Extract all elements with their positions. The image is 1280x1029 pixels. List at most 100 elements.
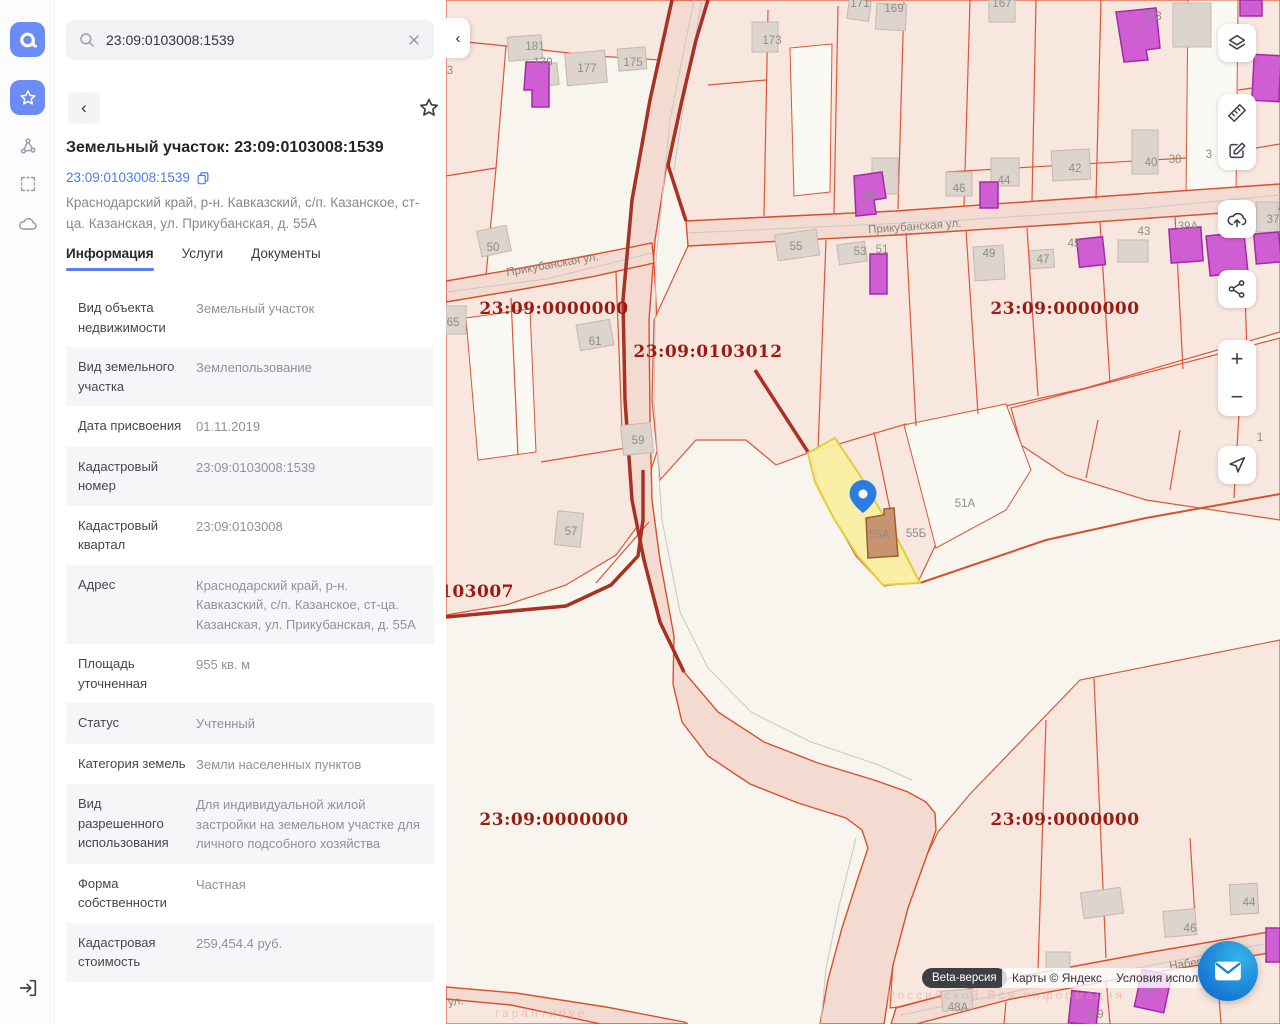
chevron-left-icon: ‹ [456, 30, 461, 47]
blabel-text: 55 [790, 241, 803, 253]
row-value: 01.11.2019 [196, 416, 422, 437]
copyright-link[interactable]: Карты © Яндекс [1012, 971, 1102, 985]
measure-tools-group [1218, 94, 1256, 170]
sign-in-button[interactable] [10, 970, 45, 1005]
blabel-text: 55Б [906, 528, 926, 540]
blabel-text: 44 [1243, 897, 1256, 909]
parcel[interactable] [446, 168, 496, 283]
minus-icon: − [1231, 386, 1244, 408]
copy-icon[interactable] [196, 171, 210, 185]
blabel-text: 38 [1169, 154, 1182, 166]
row-value: Учтенный [196, 713, 422, 734]
row-value: Земельный участок [196, 298, 422, 337]
blabel-text: 51 [876, 244, 889, 256]
collapse-panel-button[interactable]: ‹ [446, 18, 470, 58]
blabel-text: 59 [632, 435, 645, 447]
row-value: Землепользование [196, 357, 422, 396]
tab-1[interactable]: Услуги [182, 246, 224, 271]
row-label: Площадь уточненная [78, 654, 196, 693]
table-row: Категория земельЗемли населенных пунктов [66, 744, 434, 785]
row-label: Кадастровая стоимость [78, 933, 196, 972]
exit-icon [17, 977, 39, 999]
rail-item-cloud[interactable] [10, 206, 45, 241]
wmark-text: гарантируе [495, 1006, 587, 1020]
locate-me-button[interactable] [1218, 446, 1256, 484]
chat-button[interactable] [1198, 941, 1258, 1001]
wmark-text: Российской Вся информация [887, 988, 1125, 1002]
blabel-text: 45 [1068, 238, 1081, 250]
page-title: Земельный участок: 23:09:0103008:1539 [66, 139, 436, 157]
blabel-text: 49 [983, 248, 996, 260]
blabel-text: 46 [953, 183, 966, 195]
object-address: Краснодарский край, р-н. Кавказский, с/п… [66, 193, 434, 234]
parcel[interactable] [446, 40, 506, 176]
blabel-text: 44 [998, 175, 1011, 187]
cloud-upload-icon [1226, 208, 1248, 230]
blabel-text: 46 [1184, 923, 1197, 935]
tab-2[interactable]: Документы [251, 246, 321, 271]
layers-icon [1226, 32, 1248, 54]
app-logo[interactable] [10, 22, 45, 57]
qlabel-text: 103007 [446, 582, 514, 602]
zoom-in-button[interactable]: + [1218, 340, 1256, 378]
blabel-text: 37 [1267, 214, 1280, 226]
blabel-text: 48А [948, 1002, 969, 1014]
blabel-text: 50 [487, 242, 500, 254]
back-button[interactable]: ‹ [68, 92, 100, 124]
zoom-out-button[interactable]: − [1218, 378, 1256, 416]
blabel-text: 43 [1138, 226, 1151, 238]
row-label: Кадастровый номер [78, 457, 196, 496]
upload-button[interactable] [1218, 200, 1256, 238]
row-value: 955 кв. м [196, 654, 422, 693]
clear-search-icon[interactable] [406, 32, 422, 48]
row-label: Дата присвоения [78, 416, 196, 437]
share-map-button[interactable] [1218, 270, 1256, 308]
blabel-text: 173 [762, 35, 781, 47]
row-label: Статус [78, 713, 196, 734]
blabel-text: 3 [1206, 149, 1212, 161]
blabel-text: 109 [1084, 1009, 1103, 1021]
blabel-text: 48 [864, 190, 877, 202]
parcel[interactable] [790, 44, 832, 196]
tabs: Информация Услуги Документы [66, 246, 321, 271]
cadastral-number-link[interactable]: 23:09:0103008:1539 [66, 170, 190, 185]
draw-button[interactable] [1218, 132, 1256, 170]
envelope-icon [1214, 960, 1242, 982]
blabel-text: 169 [884, 3, 903, 15]
blabel-text: 42 [1069, 163, 1082, 175]
row-value: Для индивидуальной жилой застройки на зе… [196, 794, 422, 854]
blabel-text: 39А [1178, 221, 1199, 233]
blabel-text: 53 [854, 246, 867, 258]
blabel-text: 1 [1257, 432, 1263, 444]
rail-item-favorites[interactable] [10, 80, 45, 115]
blabel-text: 40 [1145, 157, 1158, 169]
row-value: Частная [196, 874, 422, 913]
table-row: Вид разрешенного использованияДля индиви… [66, 784, 434, 864]
map-attribution: Карты © Яндекс Условия испол [1002, 968, 1208, 988]
blabel-text: 51А [955, 498, 976, 510]
app-rail [0, 0, 55, 1024]
ruler-button[interactable] [1218, 94, 1256, 132]
plus-icon: + [1231, 348, 1244, 370]
row-label: Категория земель [78, 754, 196, 775]
chevron-left-icon: ‹ [81, 98, 87, 118]
terms-link[interactable]: Условия испол [1116, 971, 1198, 985]
layers-button[interactable] [1218, 24, 1256, 62]
search-bar[interactable] [66, 20, 434, 60]
beta-badge: Beta-версия [922, 968, 1007, 988]
tab-0[interactable]: Информация [66, 246, 154, 271]
map-canvas[interactable]: Российской Вся информациягарантируе 23:0… [446, 0, 1280, 1024]
zoom-group: + − [1218, 340, 1256, 416]
rail-item-geometry[interactable] [10, 128, 45, 163]
parcel[interactable] [466, 309, 536, 460]
row-label: Вид объекта недвижимости [78, 298, 196, 337]
blabel-text: 167 [992, 0, 1011, 10]
row-label: Вид разрешенного использования [78, 794, 196, 854]
favorite-button[interactable] [417, 96, 441, 120]
selection-area-icon [17, 173, 39, 195]
search-input[interactable] [106, 32, 406, 48]
rail-item-selection[interactable] [10, 166, 45, 201]
table-row: Вид объекта недвижимостиЗемельный участо… [66, 288, 434, 347]
row-label: Вид земельного участка [78, 357, 196, 396]
row-value: 23:09:0103008 [196, 516, 422, 555]
